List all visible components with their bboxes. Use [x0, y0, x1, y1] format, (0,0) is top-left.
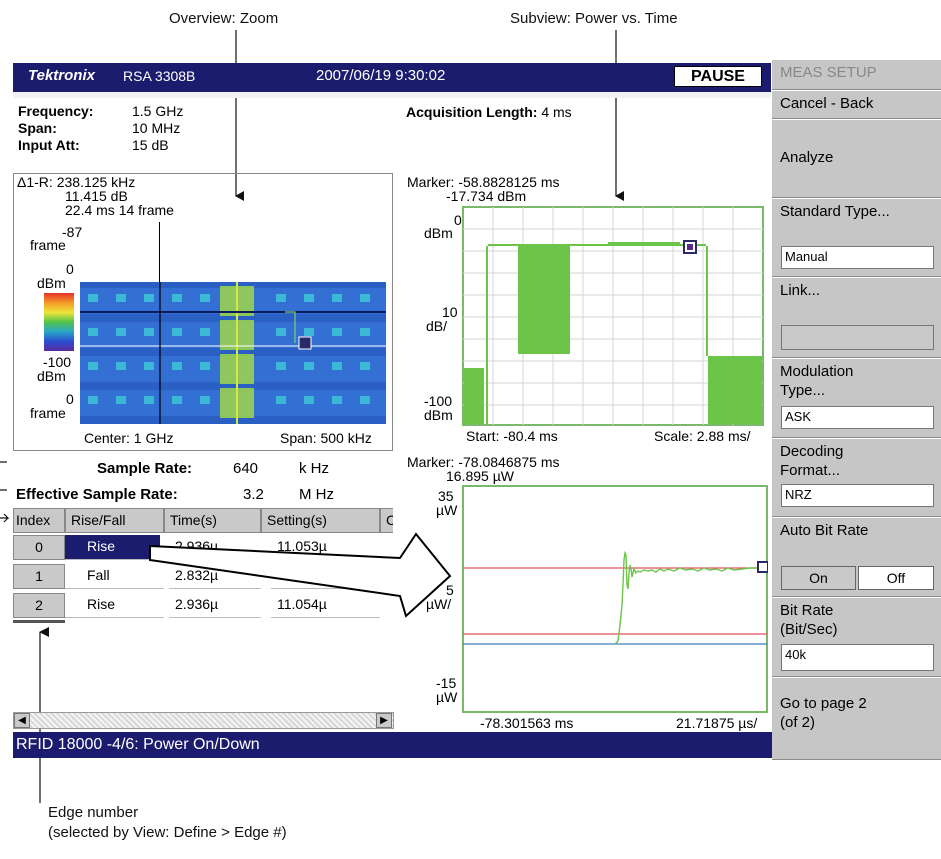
row-index[interactable]: 0 [13, 535, 65, 560]
frame-bottom-unit: frame [30, 405, 66, 421]
delta-time: 22.4 ms 14 frame [65, 202, 174, 218]
auto-bit-rate-off[interactable]: Off [858, 566, 934, 590]
bit-rate-label-1: Bit Rate [780, 602, 834, 619]
index-pointer [0, 513, 10, 523]
go-to-page-label-2: (of 2) [780, 714, 816, 731]
spectrogram [80, 282, 386, 424]
col-header-index[interactable]: Index [13, 508, 65, 533]
eff-sample-rate-label: Effective Sample Rate: [16, 486, 178, 503]
frame-bottom-value: 0 [66, 391, 74, 407]
status-bar-strip [13, 90, 771, 98]
go-to-page-label-1: Go to page 2 [780, 695, 867, 712]
zoom-x-right: 21.71875 µs/ [676, 715, 758, 731]
menu-header: MEAS SETUP [772, 60, 941, 90]
decoding-label-1: Decoding [780, 443, 844, 460]
frequency-label: Frequency: [18, 103, 94, 119]
pvt-y-mid-unit: dB/ [426, 318, 448, 334]
side-menu: MEAS SETUP Cancel - Back Analyze Standar… [772, 60, 941, 760]
pvt-y-top-value: 0 [454, 212, 462, 228]
link-label: Link... [780, 282, 821, 299]
measurement-title-bar: RFID 18000 -4/6: Power On/Down [13, 732, 772, 758]
marker-line-upper [159, 222, 160, 282]
pvt-marker-value: -17.734 dBm [446, 188, 527, 204]
span-value: 10 MHz [132, 120, 181, 136]
analyze-button[interactable]: Analyze [772, 119, 941, 198]
zoom-x-left: -78.301563 ms [480, 715, 574, 731]
span-readout: Span: 500 kHz [280, 430, 372, 446]
input-att-value: 15 dB [132, 137, 169, 153]
index-column-shadow [13, 620, 65, 623]
auto-bit-rate-on[interactable]: On [781, 566, 856, 590]
pvt-plot [462, 206, 764, 426]
sample-rate-unit: k Hz [299, 460, 329, 477]
instrument-model: RSA 3308B [123, 68, 196, 84]
modulation-type-value[interactable]: ASK [781, 406, 934, 429]
datetime: 2007/06/19 9:30:02 [316, 67, 446, 84]
zoom-y-bottom-unit: µW [436, 689, 458, 705]
scale-bottom-unit: dBm [37, 368, 66, 384]
cancel-back-button[interactable]: Cancel - Back [772, 90, 941, 119]
pvt-y-bottom-unit: dBm [424, 407, 453, 423]
eff-sample-rate-unit: M Hz [299, 486, 334, 503]
zoom-marker-value: 16.895 µW [446, 468, 514, 484]
sample-rate-value: 640 [233, 460, 259, 477]
decoding-format-value[interactable]: NRZ [781, 484, 934, 507]
scroll-left-icon[interactable]: ◀ [14, 713, 30, 728]
acq-length-value: 4 ms [541, 104, 572, 120]
go-to-page-2-button[interactable]: Go to page 2 (of 2) [772, 677, 941, 760]
input-att-label: Input Att: [18, 137, 80, 153]
bit-rate-label-2: (Bit/Sec) [780, 621, 838, 638]
table-scrollbar[interactable] [13, 712, 394, 729]
brand-logo: Tektronix [28, 67, 95, 84]
zoom-y-top-unit: µW [436, 502, 458, 518]
bit-rate-value[interactable]: 40k [781, 644, 934, 671]
modulation-label-2: Type... [780, 382, 826, 399]
color-scale-bar [44, 293, 74, 351]
acq-length-label: Acquisition Length: [406, 104, 538, 120]
scale-top-unit: dBm [37, 275, 66, 291]
pvt-y-top-unit: dBm [424, 225, 453, 241]
span-label: Span: [18, 120, 57, 136]
modulation-label-1: Modulation [780, 363, 854, 380]
decoding-label-2: Format... [780, 462, 841, 479]
row-index[interactable]: 2 [13, 593, 65, 618]
eff-sample-rate-value: 3.2 [243, 486, 264, 503]
sample-rate-label: Sample Rate: [97, 460, 193, 477]
scale-top-value: 0 [66, 261, 74, 277]
standard-type-label: Standard Type... [780, 203, 890, 220]
pvt-start: Start: -80.4 ms [466, 428, 558, 444]
frame-top-unit: frame [30, 237, 66, 253]
marker-box [298, 336, 312, 350]
link-value[interactable] [781, 325, 934, 350]
zoom-arrow [149, 532, 452, 618]
standard-type-value[interactable]: Manual [781, 246, 934, 269]
pvt-scale: Scale: 2.88 ms/ [654, 428, 751, 444]
pause-indicator[interactable]: PAUSE [674, 66, 762, 87]
row-index[interactable]: 1 [13, 564, 65, 589]
frequency-value: 1.5 GHz [132, 103, 184, 119]
zoom-plot [462, 485, 768, 713]
auto-bit-rate-label: Auto Bit Rate [780, 522, 869, 539]
scroll-right-icon[interactable]: ▶ [376, 713, 392, 728]
zoom-marker-box [757, 561, 768, 573]
center-frequency: Center: 1 GHz [84, 430, 174, 446]
